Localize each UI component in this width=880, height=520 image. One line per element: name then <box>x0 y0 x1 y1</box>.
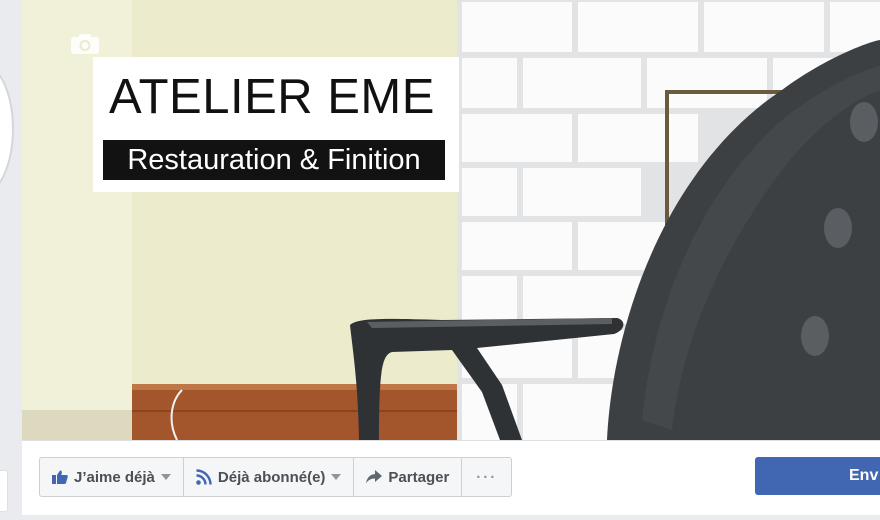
more-options-button[interactable]: ··· <box>462 458 511 496</box>
caret-down-icon <box>160 474 171 480</box>
thumbs-up-icon <box>52 470 68 484</box>
share-button-label: Partager <box>388 468 450 486</box>
like-button[interactable]: J’aime déjà <box>40 458 184 496</box>
follow-button-label: Déjà abonné(e) <box>217 468 326 486</box>
page-action-bar: J’aime déjà Déjà abonné(e) Partager ··· … <box>22 440 880 515</box>
page-logo: ATELIER EME Restauration & Finition <box>93 57 459 192</box>
left-card-edge <box>0 470 8 512</box>
left-column-edge <box>0 0 22 520</box>
cover-photo[interactable]: ATELIER EME Restauration & Finition <box>22 0 880 440</box>
profile-picture-edge[interactable] <box>0 62 14 196</box>
caret-down-icon <box>331 474 342 480</box>
like-button-label: J’aime déjà <box>74 468 155 486</box>
action-button-group: J’aime déjà Déjà abonné(e) Partager ··· <box>39 457 513 497</box>
follow-button[interactable]: Déjà abonné(e) <box>184 458 355 496</box>
rss-icon <box>196 469 212 485</box>
share-button[interactable]: Partager <box>354 458 463 496</box>
share-arrow-icon <box>366 470 383 484</box>
logo-title: ATELIER EME <box>109 70 435 124</box>
send-message-button[interactable]: Env <box>755 457 880 495</box>
logo-subtitle: Restauration & Finition <box>103 140 445 180</box>
camera-icon[interactable] <box>70 33 100 55</box>
